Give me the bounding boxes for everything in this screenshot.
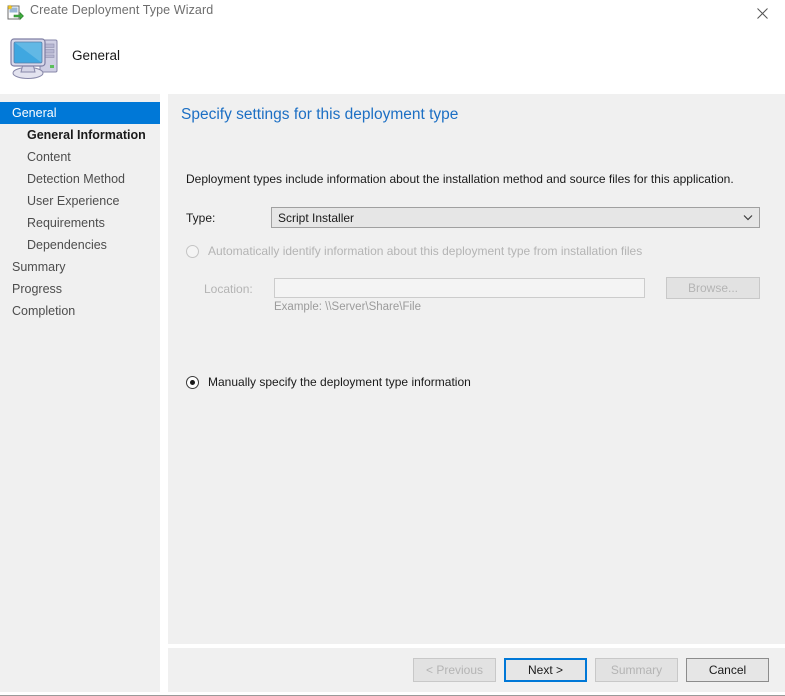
type-dropdown[interactable]: Script Installer xyxy=(271,207,760,228)
sidebar-item-label: Summary xyxy=(12,260,66,274)
page-title: General xyxy=(72,48,121,63)
wizard-content-panel: Specify settings for this deployment typ… xyxy=(168,94,785,644)
radio-indicator-manual xyxy=(186,375,199,389)
sidebar-item-label: General Information xyxy=(27,128,146,142)
wizard-document-icon xyxy=(7,4,24,21)
close-icon xyxy=(756,7,768,19)
sidebar-nav-list: General General Information Content Detecti… xyxy=(0,94,160,322)
sidebar-item-content[interactable]: Content xyxy=(0,146,160,168)
type-label: Type: xyxy=(186,211,216,225)
sidebar-item-label: User Experience xyxy=(27,194,120,208)
close-button[interactable] xyxy=(739,0,785,26)
manual-specify-radio[interactable]: Manually specify the deployment type inf… xyxy=(186,375,471,389)
type-dropdown-value: Script Installer xyxy=(278,210,355,225)
location-label: Location: xyxy=(204,282,253,296)
sidebar-item-requirements[interactable]: Requirements xyxy=(0,212,160,234)
radio-indicator-auto xyxy=(186,244,199,258)
wizard-footer: < Previous Next > Summary Cancel xyxy=(168,648,785,692)
sidebar-item-summary[interactable]: Summary xyxy=(0,256,160,278)
sidebar-item-progress[interactable]: Progress xyxy=(0,278,160,300)
summary-button[interactable]: Summary xyxy=(595,658,678,682)
chevron-down-icon xyxy=(737,214,759,221)
computer-icon xyxy=(7,28,65,86)
content-description: Deployment types include information abo… xyxy=(186,172,734,186)
browse-button[interactable]: Browse... xyxy=(666,277,760,299)
cancel-button[interactable]: Cancel xyxy=(686,658,769,682)
sidebar-item-general[interactable]: General xyxy=(0,102,160,124)
title-bar: Create Deployment Type Wizard xyxy=(0,0,785,26)
sidebar-item-label: Content xyxy=(27,150,71,164)
manual-specify-radio-label: Manually specify the deployment type inf… xyxy=(208,375,471,389)
location-example-text: Example: \\Server\Share\File xyxy=(274,301,422,313)
wizard-window: Create Deployment Type Wizard General Ge… xyxy=(0,0,785,696)
auto-identify-radio[interactable]: Automatically identify information about… xyxy=(186,244,642,258)
sidebar-item-label: Requirements xyxy=(27,216,105,230)
previous-button[interactable]: < Previous xyxy=(413,658,496,682)
sidebar-item-label: Dependencies xyxy=(27,238,107,252)
sidebar-item-dependencies[interactable]: Dependencies xyxy=(0,234,160,256)
sidebar-item-label: General xyxy=(12,106,57,120)
sidebar-item-detection-method[interactable]: Detection Method xyxy=(0,168,160,190)
location-input[interactable] xyxy=(274,278,645,298)
sidebar-item-label: Progress xyxy=(12,282,63,296)
sidebar-item-completion[interactable]: Completion xyxy=(0,300,160,322)
wizard-sidebar: General General Information Content Detecti… xyxy=(0,94,160,692)
sidebar-item-label: Detection Method xyxy=(27,172,125,186)
window-title: Create Deployment Type Wizard xyxy=(30,3,214,17)
sidebar-item-user-experience[interactable]: User Experience xyxy=(0,190,160,212)
sidebar-item-general-information[interactable]: General Information xyxy=(0,124,160,146)
next-button[interactable]: Next > xyxy=(504,658,587,682)
sidebar-item-label: Completion xyxy=(12,304,76,318)
wizard-header: General xyxy=(0,26,785,94)
content-heading: Specify settings for this deployment typ… xyxy=(181,106,459,123)
auto-identify-radio-label: Automatically identify information about… xyxy=(208,244,643,258)
